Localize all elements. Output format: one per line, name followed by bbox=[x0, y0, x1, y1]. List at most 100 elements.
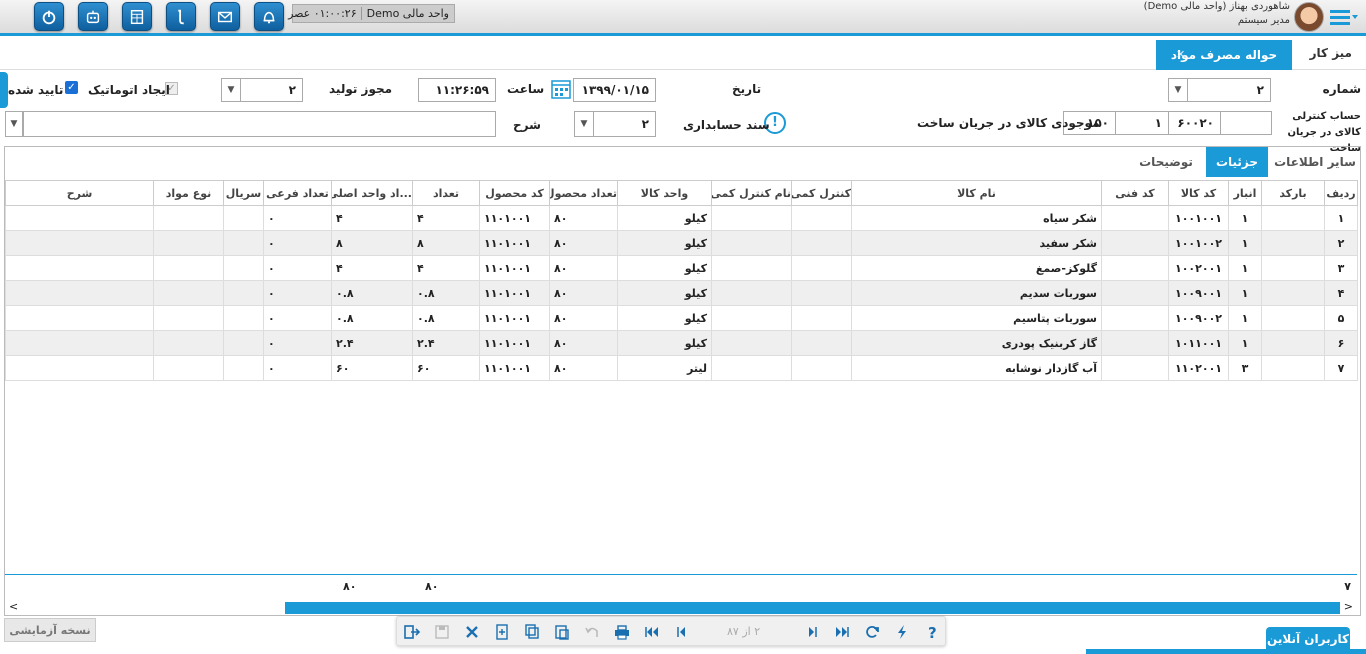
table-cell[interactable] bbox=[5, 205, 154, 231]
table-cell[interactable]: ۸۰ bbox=[549, 355, 618, 381]
table-cell[interactable] bbox=[711, 205, 792, 231]
control-account-field-2[interactable]: ۶۰۰۲۰ bbox=[1168, 111, 1221, 135]
table-cell[interactable]: شکر سفید bbox=[851, 230, 1102, 256]
table-cell[interactable]: ۱۱۰۱۰۰۱ bbox=[479, 355, 550, 381]
table-cell[interactable] bbox=[1101, 355, 1169, 381]
table-cell[interactable] bbox=[791, 230, 852, 256]
copy-icon[interactable] bbox=[521, 621, 543, 643]
table-cell[interactable] bbox=[1261, 255, 1325, 281]
table-cell[interactable]: ۰ bbox=[263, 305, 332, 331]
table-cell[interactable] bbox=[1101, 305, 1169, 331]
table-cell[interactable]: ۰ bbox=[263, 355, 332, 381]
time-field[interactable]: ۱۱:۲۶:۵۹ bbox=[418, 78, 496, 102]
table-cell[interactable] bbox=[5, 255, 154, 281]
scroll-right-icon[interactable]: > bbox=[1344, 600, 1353, 613]
table-cell[interactable] bbox=[1261, 280, 1325, 306]
column-header[interactable]: کد محصول bbox=[479, 180, 550, 206]
table-row[interactable]: ۳ ۱ ۱۰۰۲۰۰۱ گلوکز-صمغ کیلو ۸۰ ۱۱۰۱۰۰۱ ۴ ۴ ۰ bbox=[5, 255, 1358, 281]
table-cell[interactable]: ۰.۸ bbox=[331, 280, 413, 306]
table-cell[interactable]: ۱۰۱۱۰۰۱ bbox=[1168, 330, 1229, 356]
column-header[interactable]: ردیف bbox=[1324, 180, 1358, 206]
table-cell[interactable]: ۴ bbox=[331, 205, 413, 231]
table-cell[interactable]: ۱ bbox=[1228, 330, 1262, 356]
permit-field[interactable]: ۲ bbox=[240, 78, 303, 102]
table-cell[interactable]: ۱ bbox=[1228, 305, 1262, 331]
column-header[interactable]: نام کالا bbox=[851, 180, 1102, 206]
table-cell[interactable]: ۱ bbox=[1228, 280, 1262, 306]
menu-icon[interactable] bbox=[1330, 8, 1358, 26]
control-account-field-3[interactable]: ۱ bbox=[1115, 111, 1169, 135]
table-cell[interactable]: گلوکز-صمغ bbox=[851, 255, 1102, 281]
table-cell[interactable]: ۸ bbox=[412, 230, 480, 256]
table-cell[interactable] bbox=[5, 280, 154, 306]
chevron-down-icon[interactable]: ▼ bbox=[574, 111, 594, 137]
table-cell[interactable] bbox=[711, 355, 792, 381]
table-row[interactable]: ۶ ۱ ۱۰۱۱۰۰۱ گاز کربنیک پودری کیلو ۸۰ ۱۱۰۱۰۰۱ ۲.… bbox=[5, 330, 1358, 356]
table-cell[interactable] bbox=[223, 305, 264, 331]
table-cell[interactable]: ۱ bbox=[1228, 230, 1262, 256]
table-cell[interactable] bbox=[153, 230, 224, 256]
table-cell[interactable] bbox=[223, 355, 264, 381]
calculator-icon[interactable] bbox=[122, 2, 152, 31]
table-cell[interactable] bbox=[5, 305, 154, 331]
table-cell[interactable]: ۰ bbox=[263, 230, 332, 256]
column-header[interactable]: واحد کالا bbox=[617, 180, 712, 206]
table-cell[interactable] bbox=[5, 355, 154, 381]
table-cell[interactable] bbox=[223, 205, 264, 231]
column-header[interactable]: ...اد واحد اصلی bbox=[331, 180, 413, 206]
table-row[interactable]: ۵ ۱ ۱۰۰۹۰۰۲ سوربات پتاسیم کیلو ۸۰ ۱۱۰۱۰۰۱ ۰.۸ ۰.… bbox=[5, 305, 1358, 331]
table-cell[interactable]: گاز کربنیک پودری bbox=[851, 330, 1102, 356]
table-cell[interactable] bbox=[153, 305, 224, 331]
table-cell[interactable]: ۲.۴ bbox=[331, 330, 413, 356]
table-cell[interactable] bbox=[711, 255, 792, 281]
table-cell[interactable]: کیلو bbox=[617, 305, 712, 331]
table-row[interactable]: ۱ ۱ ۱۰۰۱۰۰۱ شکر سیاه کیلو ۸۰ ۱۱۰۱۰۰۱ ۴ ۴ ۰ bbox=[5, 205, 1358, 231]
flash-icon[interactable] bbox=[891, 621, 913, 643]
table-cell[interactable]: کیلو bbox=[617, 205, 712, 231]
table-cell[interactable] bbox=[5, 230, 154, 256]
table-cell[interactable]: ۸۰ bbox=[549, 205, 618, 231]
table-cell[interactable] bbox=[1101, 230, 1169, 256]
table-cell[interactable]: آب گازدار نوشابه bbox=[851, 355, 1102, 381]
tab-desk[interactable]: میز کار bbox=[1310, 46, 1352, 60]
avatar[interactable] bbox=[1294, 2, 1324, 32]
table-cell[interactable] bbox=[153, 280, 224, 306]
chevron-down-icon[interactable]: ▼ bbox=[1168, 78, 1188, 102]
horizontal-scrollbar[interactable]: < > bbox=[5, 600, 1357, 615]
table-cell[interactable] bbox=[711, 305, 792, 331]
delete-icon[interactable] bbox=[461, 621, 483, 643]
table-cell[interactable]: ۲ bbox=[1324, 230, 1358, 256]
table-cell[interactable]: ۸۰ bbox=[549, 255, 618, 281]
online-users-tab[interactable]: کاربران آنلاین bbox=[1266, 627, 1350, 651]
prev-icon[interactable] bbox=[671, 621, 693, 643]
chevron-down-icon[interactable]: ▼ bbox=[5, 111, 23, 137]
close-icon[interactable]: ✕ bbox=[1176, 48, 1185, 61]
column-header[interactable]: تعداد محصول bbox=[549, 180, 618, 206]
table-cell[interactable] bbox=[1101, 280, 1169, 306]
tab-details[interactable]: جزئیات bbox=[1206, 147, 1268, 177]
table-row[interactable]: ۷ ۳ ۱۱۰۲۰۰۱ آب گازدار نوشابه لیتر ۸۰ ۱۱۰۱۰۰۱ ۶۰… bbox=[5, 355, 1358, 381]
column-header[interactable]: تعداد فرعی bbox=[263, 180, 332, 206]
table-cell[interactable]: ۱۰۰۱۰۰۱ bbox=[1168, 205, 1229, 231]
table-cell[interactable] bbox=[153, 330, 224, 356]
table-cell[interactable] bbox=[1261, 355, 1325, 381]
table-cell[interactable]: ۱۰۰۲۰۰۱ bbox=[1168, 255, 1229, 281]
table-cell[interactable]: ۷ bbox=[1324, 355, 1358, 381]
date-field[interactable]: ۱۳۹۹/۰۱/۱۵ bbox=[573, 78, 656, 102]
table-cell[interactable] bbox=[1101, 330, 1169, 356]
new-icon[interactable] bbox=[491, 621, 513, 643]
column-header[interactable]: بارکد bbox=[1261, 180, 1325, 206]
side-panel-handle[interactable] bbox=[0, 72, 8, 108]
scroll-thumb[interactable] bbox=[285, 602, 1340, 614]
table-cell[interactable]: ۱۰۰۹۰۰۱ bbox=[1168, 280, 1229, 306]
table-cell[interactable]: ۰ bbox=[263, 255, 332, 281]
paste-icon[interactable] bbox=[551, 621, 573, 643]
table-row[interactable]: ۲ ۱ ۱۰۰۱۰۰۲ شکر سفید کیلو ۸۰ ۱۱۰۱۰۰۱ ۸ ۸ ۰ bbox=[5, 230, 1358, 256]
table-cell[interactable]: ۸۰ bbox=[549, 230, 618, 256]
first-icon[interactable] bbox=[641, 621, 663, 643]
table-cell[interactable]: ۲.۴ bbox=[412, 330, 480, 356]
tab-material-consumption[interactable]: حواله مصرف مواد ✕ bbox=[1156, 40, 1292, 70]
table-cell[interactable] bbox=[791, 305, 852, 331]
table-cell[interactable]: ۸۰ bbox=[549, 330, 618, 356]
table-cell[interactable] bbox=[223, 255, 264, 281]
